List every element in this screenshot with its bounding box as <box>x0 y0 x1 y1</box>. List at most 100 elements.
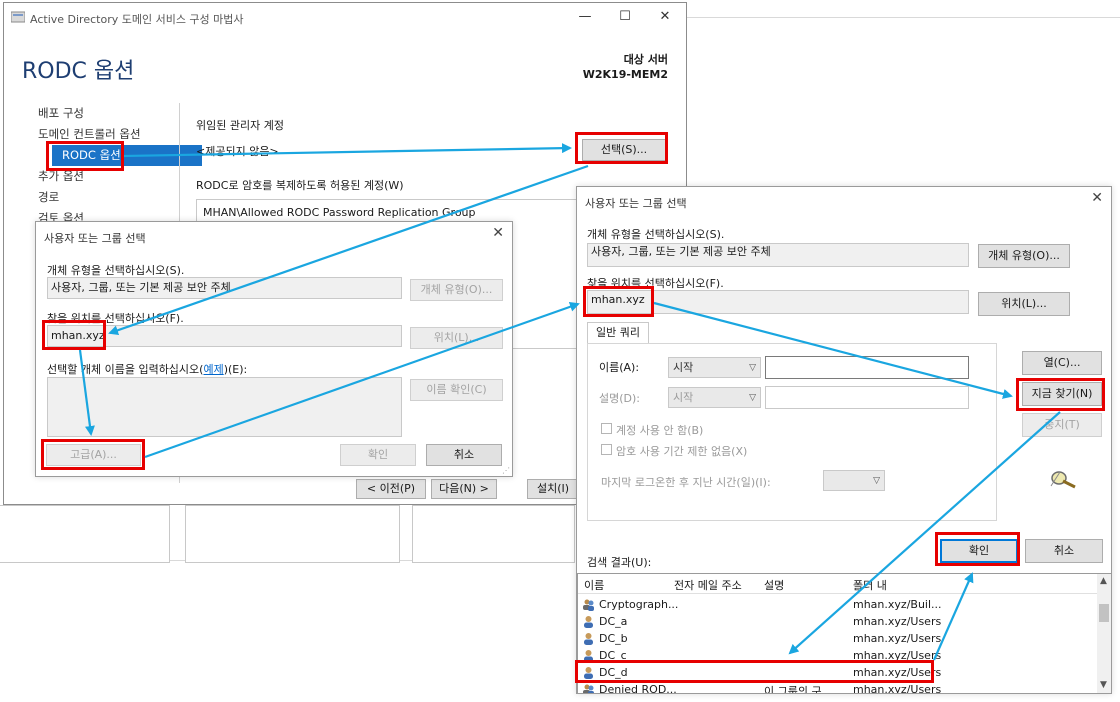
object-types-button[interactable]: 개체 유형(O)... <box>410 279 503 301</box>
scroll-up-icon[interactable]: ▲ <box>1100 576 1107 586</box>
days-since-logon-select[interactable]: ▽ <box>823 470 885 491</box>
maximize-icon[interactable]: ☐ <box>614 8 636 26</box>
nav-item-paths[interactable]: 경로 <box>34 187 174 208</box>
cancel-button[interactable]: 취소 <box>1025 539 1103 563</box>
wizard-titlebar: Active Directory 도메인 서비스 구성 마법사 — ☐ ✕ <box>4 3 686 33</box>
object-type-label: 개체 유형을 선택하십시오(S). <box>587 228 725 241</box>
row-name: DC_a <box>599 615 628 628</box>
row-folder: mhan.xyz/Users <box>853 666 942 679</box>
chevron-down-icon: ▽ <box>873 476 880 486</box>
resize-grip-icon[interactable]: ⋰ <box>502 466 510 475</box>
user-icon <box>584 650 593 662</box>
columns-button[interactable]: 열(C)... <box>1022 351 1102 375</box>
locations-button[interactable]: 위치(L)... <box>410 327 503 349</box>
scroll-thumb[interactable] <box>1099 604 1109 622</box>
check-names-button[interactable]: 이름 확인(C) <box>410 379 503 401</box>
find-now-button[interactable]: 지금 찾기(N) <box>1022 382 1102 406</box>
wizard-title: Active Directory 도메인 서비스 구성 마법사 <box>30 13 244 26</box>
examples-link[interactable]: 예제 <box>203 363 223 376</box>
ok-button[interactable]: 확인 <box>940 539 1018 563</box>
disabled-accounts-checkbox[interactable] <box>601 423 612 434</box>
wizard-nav: 배포 구성 도메인 컨트롤러 옵션 RODC 옵션 추가 옵션 경로 검토 옵션 <box>34 103 202 229</box>
row-name: DC_d <box>599 666 628 679</box>
name-mode-select[interactable]: 시작 ▽ <box>668 357 761 378</box>
background-panel <box>0 505 170 563</box>
object-types-button[interactable]: 개체 유형(O)... <box>978 244 1070 268</box>
description-mode-select[interactable]: 시작 ▽ <box>668 387 761 408</box>
minimize-icon[interactable]: — <box>574 8 596 26</box>
object-names-input[interactable] <box>47 377 402 437</box>
background-panel <box>412 505 575 563</box>
close-icon[interactable]: ✕ <box>654 8 676 26</box>
allowed-accounts-label: RODC로 암호를 복제하도록 허용된 계정(W) <box>196 179 404 192</box>
table-row[interactable]: DC_a mhan.xyz/Users <box>578 614 1098 631</box>
results-header: 이름 전자 메일 주소 설명 폴더 내 <box>578 574 1111 594</box>
cancel-button[interactable]: 취소 <box>426 444 502 466</box>
select-users-dialog-advanced: 사용자 또는 그룹 선택 ✕ 개체 유형을 선택하십시오(S). 사용자, 그룹… <box>576 186 1112 694</box>
target-server-label: 대상 서버 <box>623 53 668 66</box>
target-server: 대상 서버 W2K19-MEM2 <box>583 52 668 82</box>
chevron-down-icon: ▽ <box>749 363 756 373</box>
group-icon <box>583 599 594 611</box>
close-icon[interactable]: ✕ <box>492 225 504 241</box>
ok-button[interactable]: 확인 <box>340 444 416 466</box>
select-users-dialog-basic: 사용자 또는 그룹 선택 ✕ 개체 유형을 선택하십시오(S). 사용자, 그룹… <box>35 221 513 477</box>
background-window-edge <box>687 17 1120 18</box>
tab-common-queries[interactable]: 일반 쿼리 <box>587 322 649 344</box>
delegated-admin-value: <제공되지 않음> <box>196 145 279 158</box>
prev-button[interactable]: < 이전(P) <box>356 479 426 499</box>
column-header-description[interactable]: 설명 <box>764 577 784 593</box>
user-icon <box>584 667 593 679</box>
column-header-name[interactable]: 이름 <box>584 577 604 593</box>
advanced-button[interactable]: 고급(A)... <box>46 444 141 466</box>
name-label: 이름(A): <box>599 361 640 374</box>
dialog-title: 사용자 또는 그룹 선택 <box>585 197 687 210</box>
table-row-selected[interactable]: DC_d mhan.xyz/Users <box>578 665 1098 682</box>
row-name: DC_b <box>599 632 628 645</box>
nav-item-additional[interactable]: 추가 옵션 <box>34 166 174 187</box>
object-type-field: 사용자, 그룹, 또는 기본 제공 보안 주체 <box>47 277 402 299</box>
results-label: 검색 결과(U): <box>587 556 652 569</box>
description-label: 설명(D): <box>599 392 640 405</box>
disabled-accounts-label: 계정 사용 안 함(B) <box>616 424 704 437</box>
table-row[interactable]: DC_c mhan.xyz/Users <box>578 648 1098 665</box>
install-button[interactable]: 설치(I) <box>527 479 579 499</box>
non-expiring-password-label: 암호 사용 기간 제한 없음(X) <box>616 445 748 458</box>
locations-button[interactable]: 위치(L)... <box>978 292 1070 316</box>
next-button[interactable]: 다음(N) > <box>431 479 497 499</box>
non-expiring-password-checkbox[interactable] <box>601 444 612 455</box>
page-title: RODC 옵션 <box>22 59 135 84</box>
table-row[interactable]: Denied ROD... 이 그룹의 구... mhan.xyz/Users <box>578 682 1098 694</box>
location-label: 찾을 위치를 선택하십시오(F). <box>47 312 184 325</box>
delegated-admin-label: 위임된 관리자 계정 <box>196 119 284 132</box>
column-header-email[interactable]: 전자 메일 주소 <box>674 577 742 593</box>
row-folder: mhan.xyz/Buil... <box>853 598 942 611</box>
target-server-name: W2K19-MEM2 <box>582 68 668 81</box>
close-icon[interactable]: ✕ <box>1091 190 1103 206</box>
results-scrollbar[interactable]: ▲ ▼ <box>1097 574 1111 693</box>
background-panel <box>185 505 400 563</box>
table-row[interactable]: DC_b mhan.xyz/Users <box>578 631 1098 648</box>
nav-item-deployment[interactable]: 배포 구성 <box>34 103 174 124</box>
stop-button[interactable]: 중지(T) <box>1022 413 1102 437</box>
object-type-label: 개체 유형을 선택하십시오(S). <box>47 264 185 277</box>
table-row[interactable]: Cryptograph... mhan.xyz/Buil... <box>578 597 1098 614</box>
column-header-folder[interactable]: 폴더 내 <box>853 577 887 593</box>
user-icon <box>584 616 593 628</box>
allowed-account-item[interactable]: MHAN\Allowed RODC Password Replication G… <box>203 206 476 219</box>
description-query-input[interactable] <box>765 386 969 409</box>
enter-names-label-suffix: )(E): <box>223 363 248 376</box>
results-list[interactable]: 이름 전자 메일 주소 설명 폴더 내 Cryptograph... mhan.… <box>577 573 1112 694</box>
enter-names-label: 선택할 개체 이름을 입력하십시오(예제)(E): <box>47 361 247 377</box>
server-icon <box>11 11 25 23</box>
location-field: mhan.xyz <box>47 325 402 347</box>
row-folder: mhan.xyz/Users <box>853 649 942 662</box>
row-name: Cryptograph... <box>599 598 679 611</box>
nav-item-dc-options[interactable]: 도메인 컨트롤러 옵션 <box>34 124 174 145</box>
scroll-down-icon[interactable]: ▼ <box>1100 680 1107 690</box>
select-button[interactable]: 선택(S)... <box>582 139 666 161</box>
name-query-input[interactable] <box>765 356 969 379</box>
dialog-title: 사용자 또는 그룹 선택 <box>44 232 146 245</box>
enter-names-label-text: 선택할 개체 이름을 입력하십시오( <box>47 363 204 376</box>
row-folder: mhan.xyz/Users <box>853 683 942 694</box>
